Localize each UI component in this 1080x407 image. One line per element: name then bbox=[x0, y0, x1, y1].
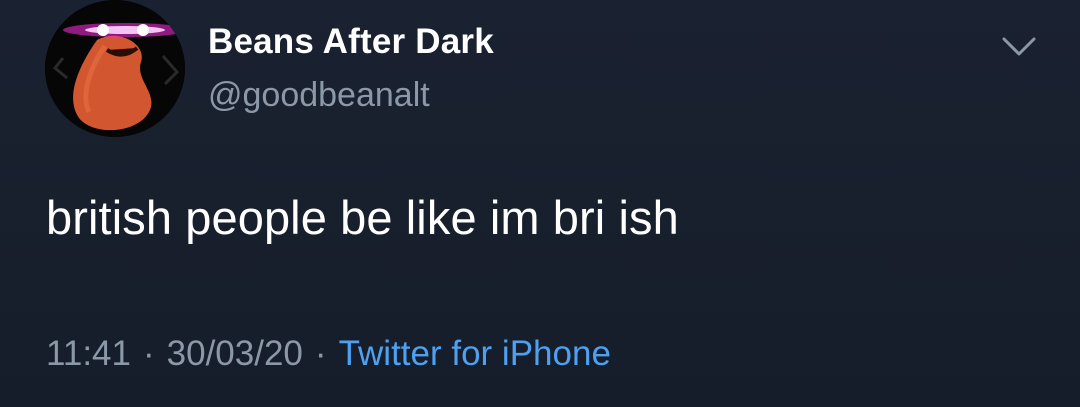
username-handle[interactable]: @goodbeanalt bbox=[208, 76, 430, 115]
display-name[interactable]: Beans After Dark bbox=[208, 22, 494, 62]
tweet-source-link[interactable]: Twitter for iPhone bbox=[339, 334, 611, 373]
meta-separator: · bbox=[314, 334, 327, 373]
tweet-text: british people be like im bri ish bbox=[46, 191, 679, 244]
meta-separator: · bbox=[143, 334, 155, 373]
bean-avatar-icon bbox=[45, 0, 185, 137]
tweet-date: 30/03/20 bbox=[166, 334, 303, 373]
avatar[interactable] bbox=[45, 0, 185, 137]
tweet-time: 11:41 bbox=[46, 334, 131, 373]
tweet-card: Beans After Dark @goodbeanalt british pe… bbox=[0, 0, 1080, 407]
tweet-meta: 11:41 · 30/03/20 · Twitter for iPhone bbox=[46, 334, 611, 374]
chevron-down-icon[interactable] bbox=[1000, 30, 1038, 62]
